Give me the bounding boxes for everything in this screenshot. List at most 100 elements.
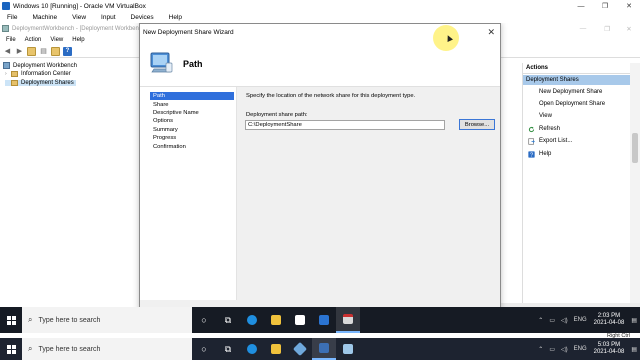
host-file-explorer-icon[interactable]	[264, 338, 288, 360]
action-label: View	[539, 113, 552, 119]
host-edge-icon[interactable]	[240, 338, 264, 360]
action-label: Open Deployment Share	[539, 101, 606, 107]
show-hidden-icons[interactable]: ⌃	[538, 317, 543, 324]
menu-view[interactable]: View	[72, 14, 86, 21]
workbench-menu-view[interactable]: View	[50, 37, 63, 43]
guest-time: 2:03 PM	[597, 313, 621, 319]
edge-icon[interactable]	[240, 307, 264, 333]
wizard-step-progress[interactable]: Progress	[150, 134, 234, 142]
host-cortana-icon[interactable]: ○	[192, 338, 216, 360]
search-icon: ⌕	[28, 344, 33, 353]
workbench-root-icon	[3, 62, 10, 69]
workbench-icon	[2, 25, 9, 32]
scrollbar-thumb[interactable]	[632, 133, 638, 163]
host-task-view-icon[interactable]: ⧉	[216, 338, 240, 360]
wizard-content: Specify the location of the network shar…	[236, 87, 500, 309]
host-volume-icon[interactable]: ◁)	[561, 346, 568, 353]
file-explorer-icon[interactable]	[264, 307, 288, 333]
browse-button[interactable]: Browse...	[459, 119, 495, 130]
workbench-minimize-icon[interactable]: —	[570, 23, 596, 34]
restore-icon[interactable]: ❐	[592, 0, 618, 12]
workbench-title: DeploymentWorkbench - [Deployment Workbe…	[12, 25, 147, 32]
computer-icon	[150, 52, 173, 73]
action-open-deployment-share[interactable]: Open Deployment Share	[523, 99, 640, 109]
virtualbox-taskbar-icon[interactable]	[312, 338, 336, 360]
tree-item-information-center[interactable]: › Information Center	[5, 71, 71, 77]
tree-item-root[interactable]: Deployment Workbench	[3, 62, 77, 69]
menu-file[interactable]: File	[7, 14, 17, 21]
action-help[interactable]: ? Help	[523, 149, 640, 159]
host-show-hidden-icons[interactable]: ⌃	[538, 346, 543, 353]
action-refresh[interactable]: Refresh	[523, 124, 640, 134]
deployment-workbench-taskbar-icon[interactable]	[336, 307, 360, 333]
start-button[interactable]	[0, 307, 22, 333]
store-icon[interactable]	[288, 307, 312, 333]
show-hide-tree-icon[interactable]: ▤	[39, 47, 48, 56]
mail-icon[interactable]	[312, 307, 336, 333]
guest-clock[interactable]: 2:03 PM 2021-04-08	[594, 313, 625, 327]
host-search-box[interactable]: ⌕ Type here to search	[22, 338, 192, 360]
wizard-step-share[interactable]: Share	[150, 100, 234, 108]
deployment-share-path-input[interactable]: C:\DeploymentShare	[245, 120, 445, 130]
expand-icon[interactable]: ›	[5, 71, 10, 77]
wizard-step-confirmation[interactable]: Confirmation	[150, 142, 234, 150]
folder-icon[interactable]	[27, 46, 36, 56]
menu-input[interactable]: Input	[101, 14, 115, 21]
guest-search-box[interactable]: ⌕ Type here to search	[22, 307, 192, 333]
back-arrow-icon[interactable]: ◀	[3, 47, 12, 56]
guest-system-tray: ⌃ ▭ ◁) ENG 2:03 PM 2021-04-08 ▤	[535, 307, 640, 333]
action-label: Export List...	[539, 138, 573, 144]
tree-label-information-center: Information Center	[21, 71, 71, 77]
close-icon[interactable]: ✕	[616, 0, 640, 12]
minimize-icon[interactable]: —	[568, 0, 594, 12]
network-icon[interactable]: ▭	[549, 317, 555, 324]
task-view-icon[interactable]: ⧉	[216, 307, 240, 333]
action-new-deployment-share[interactable]: New Deployment Share	[523, 87, 640, 97]
host-3d-icon[interactable]	[288, 338, 312, 360]
tree-label-root: Deployment Workbench	[13, 62, 77, 69]
forward-arrow-icon[interactable]: ▶	[15, 47, 24, 56]
refresh-icon	[528, 126, 535, 132]
up-folder-icon[interactable]	[51, 46, 60, 56]
guest-search-placeholder: Type here to search	[38, 316, 101, 324]
host-app-icon[interactable]	[336, 338, 360, 360]
guest-date: 2021-04-08	[593, 320, 625, 326]
menu-help[interactable]: Help	[169, 14, 182, 21]
actions-section-deployment-shares[interactable]: Deployment Shares ▲	[523, 75, 640, 85]
virtualbox-title: Windows 10 [Running] - Oracle VM Virtual…	[13, 2, 146, 10]
wizard-title: New Deployment Share Wizard	[143, 29, 234, 36]
workbench-close-icon[interactable]: ✕	[616, 23, 640, 34]
host-search-placeholder: Type here to search	[38, 345, 101, 353]
tree-item-deployment-shares[interactable]: Deployment Shares	[5, 80, 76, 86]
action-export-list[interactable]: Export List...	[523, 136, 640, 146]
host-start-button[interactable]	[0, 338, 22, 360]
wizard-step-path[interactable]: Path	[150, 92, 234, 101]
svg-text:?: ?	[530, 152, 533, 157]
cortana-icon[interactable]: ○	[192, 307, 216, 333]
wizard-step-options[interactable]: Options	[150, 117, 234, 125]
actions-scrollbar[interactable]	[630, 63, 640, 323]
host-language[interactable]: ENG	[574, 346, 587, 352]
guest-taskbar: ⌕ Type here to search ○ ⧉ ⌃ ▭ ◁) ENG 2:0…	[0, 307, 640, 333]
export-list-icon	[528, 137, 535, 145]
menu-machine[interactable]: Machine	[32, 14, 57, 21]
folder-icon	[11, 71, 18, 77]
volume-icon[interactable]: ◁)	[561, 317, 568, 324]
wizard-close-icon[interactable]: ✕	[487, 27, 495, 38]
action-view[interactable]: View ▶	[523, 111, 640, 121]
host-network-icon[interactable]: ▭	[549, 346, 555, 353]
wizard-step-descriptive-name[interactable]: Descriptive Name	[150, 109, 234, 117]
workbench-menu-file[interactable]: File	[6, 37, 16, 43]
wizard-step-summary[interactable]: Summary	[150, 126, 234, 134]
host-notifications-icon[interactable]: ▤	[631, 346, 637, 353]
guest-language[interactable]: ENG	[574, 317, 587, 323]
host-clock[interactable]: 5:03 PM 2021-04-08	[594, 342, 625, 356]
help-icon[interactable]: ?	[63, 46, 72, 56]
actions-header: Actions	[523, 63, 640, 74]
notifications-icon[interactable]: ▤	[631, 317, 637, 324]
menu-devices[interactable]: Devices	[131, 14, 154, 21]
workbench-menu-help[interactable]: Help	[72, 37, 84, 43]
search-icon: ⌕	[28, 315, 33, 324]
workbench-menu-action[interactable]: Action	[25, 37, 42, 43]
virtualbox-menubar: File Machine View Input Devices Help	[0, 12, 640, 23]
